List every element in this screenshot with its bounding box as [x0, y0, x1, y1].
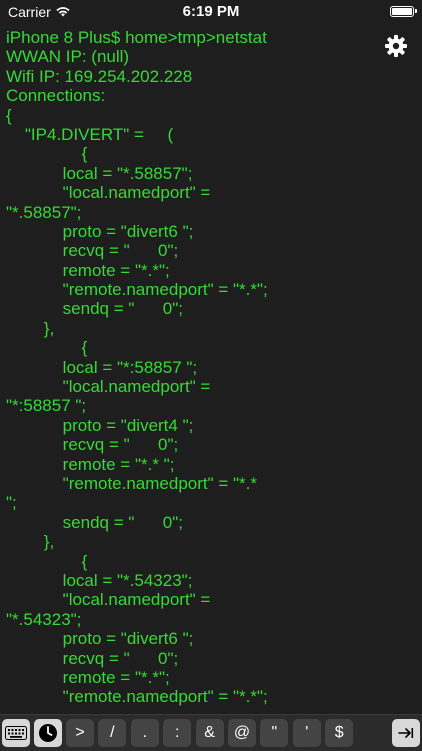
key-single-quote[interactable]: '	[292, 719, 321, 747]
key-slash[interactable]: /	[98, 719, 127, 747]
terminal-line: "remote.namedport" = "*.*";	[6, 687, 268, 707]
gear-icon[interactable]	[384, 34, 408, 58]
terminal-line: sendq = " 0";	[6, 512, 183, 532]
terminal-line: "*.54323";	[6, 609, 82, 629]
terminal-line: "*.58857";	[6, 202, 82, 222]
terminal-line: remote = "*.* ";	[6, 454, 175, 474]
key-at[interactable]: @	[228, 719, 256, 747]
tab-arrow-icon[interactable]	[392, 719, 420, 747]
key-ampersand[interactable]: &	[195, 719, 224, 747]
keyboard-icon[interactable]	[2, 719, 30, 747]
terminal-line: proto = "divert6 ";	[6, 221, 194, 241]
terminal-line: recvq = " 0";	[6, 648, 179, 668]
terminal-line: local = "*.54323";	[6, 570, 193, 590]
terminal-line: remote = "*.*";	[6, 260, 170, 280]
key-double-quote[interactable]: "	[260, 719, 289, 747]
terminal-line: "*:58857 ";	[6, 396, 87, 416]
key-greater-than[interactable]: >	[66, 719, 94, 747]
terminal-line: "local.namedport" =	[6, 183, 211, 203]
key-colon[interactable]: :	[163, 719, 192, 747]
terminal-line: {	[6, 105, 12, 125]
status-time: 6:19 PM	[182, 3, 240, 20]
terminal-line: sendq = " 0";	[6, 299, 183, 319]
terminal-line: recvq = " 0";	[6, 241, 179, 261]
terminal-line: Wifi IP: 169.254.202.228	[6, 66, 193, 86]
key-dollar[interactable]: $	[325, 719, 354, 747]
terminal-line: },	[6, 318, 55, 338]
status-bar: Carrier 6:19 PM	[0, 0, 422, 26]
terminal-output[interactable]: iPhone 8 Plus$ home>tmp>netstat WWAN IP: …	[6, 28, 406, 712]
clock-icon[interactable]	[34, 719, 62, 747]
keyboard-accessory-bar: > /.: & @ " ' $	[0, 714, 422, 751]
terminal-line: local = "*:58857 ";	[6, 357, 198, 377]
terminal-line: recvq = " 0";	[6, 435, 179, 455]
terminal-line: {	[6, 338, 88, 358]
terminal-line: local = "*.58857";	[6, 163, 193, 183]
terminal-line: "IP4.DIVERT" = (	[6, 124, 174, 144]
terminal-line: {	[6, 144, 88, 164]
terminal-line: proto = "divert6 ";	[6, 629, 194, 649]
terminal-line: {	[6, 551, 88, 571]
terminal-line: WWAN IP: (null)	[6, 47, 130, 67]
terminal-line: "remote.namedport" = "*.*";	[6, 280, 268, 300]
terminal-line: "remote.namedport" = "*.*	[6, 473, 258, 493]
terminal-line: },	[6, 532, 55, 552]
key-period[interactable]: .	[130, 719, 159, 747]
terminal-line: "local.namedport" =	[6, 377, 211, 397]
terminal-line: ";	[6, 493, 17, 513]
terminal-line: Connections:	[6, 86, 106, 106]
terminal-line: proto = "divert4 ";	[6, 415, 194, 435]
battery-icon	[390, 6, 417, 17]
terminal-line: "local.namedport" =	[6, 590, 211, 610]
terminal-line: iPhone 8 Plus$ home>tmp>netstat	[6, 28, 267, 47]
terminal-line: remote = "*.*";	[6, 667, 170, 687]
